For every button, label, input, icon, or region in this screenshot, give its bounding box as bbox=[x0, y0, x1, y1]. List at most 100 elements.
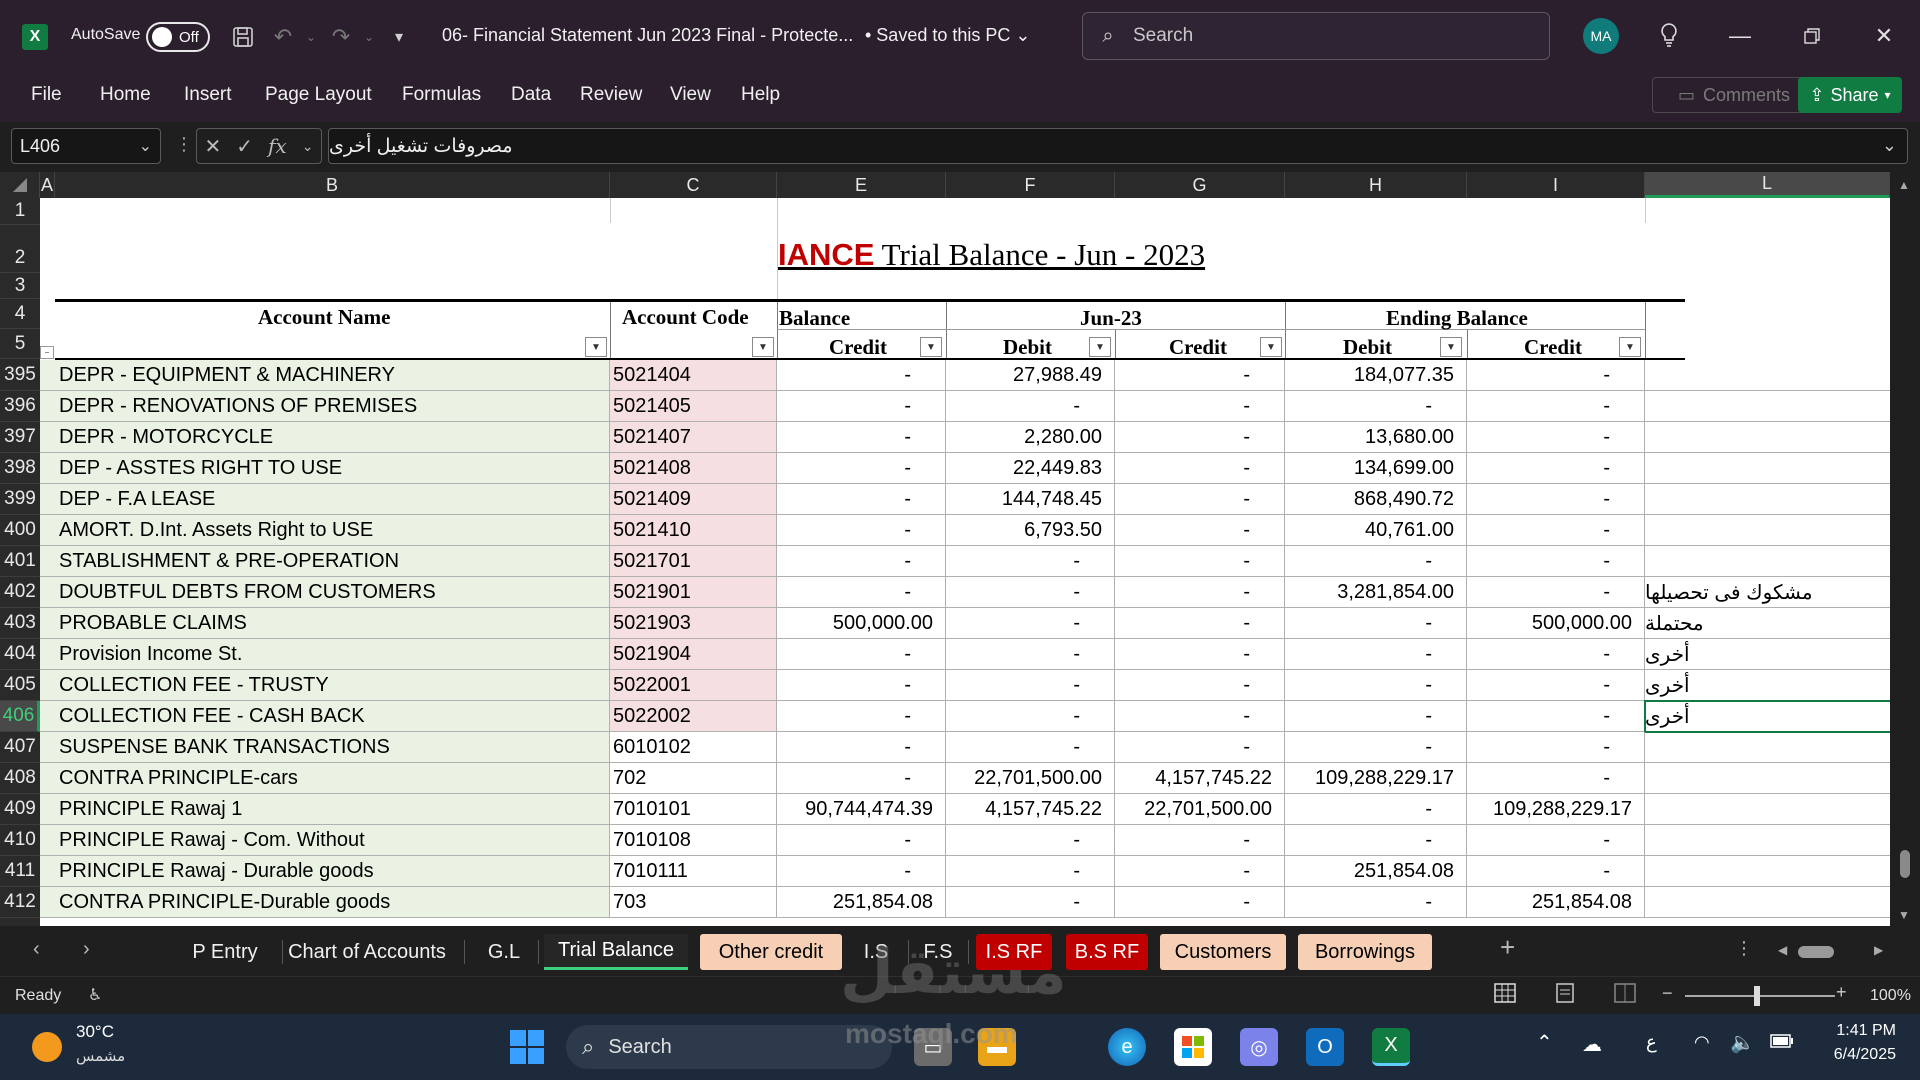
cell-f[interactable]: 6,793.50 bbox=[946, 515, 1115, 546]
cell-f[interactable]: 144,748.45 bbox=[946, 484, 1115, 515]
row-header[interactable]: 407 bbox=[0, 732, 40, 763]
cell-g[interactable]: - bbox=[1115, 670, 1285, 701]
document-title[interactable]: 06- Financial Statement Jun 2023 Final -… bbox=[442, 25, 853, 46]
filter-dropdown-icon[interactable]: ▼ bbox=[1619, 337, 1641, 357]
column-header-c[interactable]: C bbox=[610, 172, 777, 198]
cell-e[interactable]: - bbox=[777, 856, 946, 887]
cell-name[interactable]: DEPR - RENOVATIONS OF PREMISES bbox=[40, 391, 610, 422]
chevron-down-icon[interactable]: ⌄ bbox=[302, 138, 314, 155]
sheet-tab-f-s[interactable]: F.S bbox=[910, 934, 966, 970]
sheet-tab-chart-of-accounts[interactable]: Chart of Accounts bbox=[272, 934, 462, 970]
cell-f[interactable]: - bbox=[946, 546, 1115, 577]
more-options-icon[interactable]: ⋮ bbox=[175, 134, 193, 155]
column-header-a[interactable]: A bbox=[40, 172, 55, 198]
cell-e[interactable]: 90,744,474.39 bbox=[777, 794, 946, 825]
group-collapse-icon[interactable]: − bbox=[40, 346, 54, 359]
column-header-g[interactable]: G bbox=[1115, 172, 1285, 198]
scroll-left-icon[interactable]: ◀ bbox=[1778, 943, 1787, 957]
cell-i[interactable]: - bbox=[1467, 701, 1645, 732]
scroll-down-icon[interactable]: ▼ bbox=[1898, 908, 1910, 922]
tab-help[interactable]: Help bbox=[741, 84, 780, 106]
lightbulb-icon[interactable] bbox=[1654, 20, 1684, 50]
cell-name[interactable]: CONTRA PRINCIPLE-cars bbox=[40, 763, 610, 794]
cell-g[interactable]: - bbox=[1115, 577, 1285, 608]
tab-review[interactable]: Review bbox=[580, 84, 642, 106]
row-header[interactable]: 410 bbox=[0, 825, 40, 856]
cell-code[interactable]: 7010101 bbox=[610, 794, 777, 825]
scroll-thumb[interactable] bbox=[1798, 946, 1834, 958]
page-break-view-icon[interactable] bbox=[1614, 983, 1636, 1008]
cell-name[interactable]: PRINCIPLE Rawaj - Durable goods bbox=[40, 856, 610, 887]
scroll-right-icon[interactable]: ▶ bbox=[1874, 943, 1883, 957]
cell-g[interactable]: - bbox=[1115, 701, 1285, 732]
cell-f[interactable]: - bbox=[946, 577, 1115, 608]
cell-code[interactable]: 5022002 bbox=[610, 701, 777, 732]
cell-h[interactable]: 134,699.00 bbox=[1285, 453, 1467, 484]
cell-f[interactable]: - bbox=[946, 608, 1115, 639]
prev-sheet-icon[interactable]: ‹ bbox=[33, 938, 40, 961]
cell-code[interactable]: 703 bbox=[610, 887, 777, 918]
redo-dropdown-icon[interactable]: ⌄ bbox=[354, 22, 384, 52]
save-icon[interactable] bbox=[228, 22, 258, 52]
cell-name[interactable]: CONTRA PRINCIPLE-Durable goods bbox=[40, 887, 610, 918]
row-header[interactable]: 397 bbox=[0, 422, 40, 453]
row-header[interactable]: 405 bbox=[0, 670, 40, 701]
cell-f[interactable]: - bbox=[946, 701, 1115, 732]
cell-code[interactable]: 5021405 bbox=[610, 391, 777, 422]
cell-code[interactable]: 5021408 bbox=[610, 453, 777, 484]
row-header[interactable]: 404 bbox=[0, 639, 40, 670]
cell-i[interactable]: 251,854.08 bbox=[1467, 887, 1645, 918]
cell-f[interactable]: - bbox=[946, 887, 1115, 918]
scroll-up-icon[interactable]: ▲ bbox=[1898, 178, 1910, 192]
cell-l[interactable] bbox=[1645, 732, 1890, 763]
cell-i[interactable]: - bbox=[1467, 422, 1645, 453]
scroll-thumb[interactable] bbox=[1900, 850, 1910, 878]
sheet-tab-customers[interactable]: Customers bbox=[1160, 934, 1286, 970]
cell-h[interactable]: - bbox=[1285, 887, 1467, 918]
cell-i[interactable]: - bbox=[1467, 577, 1645, 608]
expand-formula-icon[interactable]: ⌄ bbox=[1882, 135, 1897, 156]
cell-h[interactable]: - bbox=[1285, 670, 1467, 701]
sheet-tab-i-s[interactable]: I.S bbox=[846, 934, 906, 970]
cell-h[interactable]: 13,680.00 bbox=[1285, 422, 1467, 453]
cell-h[interactable]: - bbox=[1285, 825, 1467, 856]
cell-f[interactable]: - bbox=[946, 856, 1115, 887]
filter-dropdown-icon[interactable]: ▼ bbox=[920, 337, 942, 357]
enter-icon[interactable]: ✓ bbox=[236, 134, 253, 159]
sheet-tab-g-l[interactable]: G.L bbox=[472, 934, 536, 970]
cell-e[interactable]: 251,854.08 bbox=[777, 887, 946, 918]
sheet-tab-p-entry[interactable]: P Entry bbox=[170, 934, 280, 970]
sheet-tab-other-credit[interactable]: Other credit bbox=[700, 934, 842, 970]
cell-g[interactable]: - bbox=[1115, 732, 1285, 763]
cell-i[interactable]: - bbox=[1467, 546, 1645, 577]
cell-i[interactable]: - bbox=[1467, 670, 1645, 701]
cell-code[interactable]: 5021410 bbox=[610, 515, 777, 546]
tab-formulas[interactable]: Formulas bbox=[402, 84, 481, 106]
tab-home[interactable]: Home bbox=[100, 84, 151, 106]
language-indicator[interactable]: ع bbox=[1646, 1032, 1657, 1053]
cell-h[interactable]: - bbox=[1285, 608, 1467, 639]
cell-e[interactable]: 500,000.00 bbox=[777, 608, 946, 639]
cell-i[interactable]: 500,000.00 bbox=[1467, 608, 1645, 639]
close-icon[interactable]: ✕ bbox=[1864, 18, 1904, 54]
cell-g[interactable]: - bbox=[1115, 639, 1285, 670]
filter-dropdown-icon[interactable]: ▼ bbox=[1260, 337, 1282, 357]
cell-g[interactable]: - bbox=[1115, 546, 1285, 577]
column-header-l[interactable]: L bbox=[1645, 172, 1890, 198]
cell-f[interactable]: 22,449.83 bbox=[946, 453, 1115, 484]
copilot-icon[interactable]: ◎ bbox=[1240, 1028, 1278, 1066]
cell-name[interactable]: DEPR - MOTORCYCLE bbox=[40, 422, 610, 453]
name-box[interactable]: L406 ⌄ bbox=[11, 128, 161, 164]
zoom-out-icon[interactable]: − bbox=[1662, 983, 1673, 1004]
row-header[interactable]: 3 bbox=[0, 273, 40, 299]
cell-code[interactable]: 702 bbox=[610, 763, 777, 794]
cell-l[interactable] bbox=[1645, 856, 1890, 887]
page-layout-view-icon[interactable] bbox=[1554, 983, 1576, 1008]
cell-f[interactable]: - bbox=[946, 391, 1115, 422]
cell-h[interactable]: - bbox=[1285, 391, 1467, 422]
cell-e[interactable]: - bbox=[777, 422, 946, 453]
row-header[interactable]: 400 bbox=[0, 515, 40, 546]
cell-f[interactable]: - bbox=[946, 732, 1115, 763]
filter-dropdown-icon[interactable]: ▼ bbox=[752, 337, 774, 357]
customize-toolbar-icon[interactable]: ▾ bbox=[384, 22, 414, 52]
